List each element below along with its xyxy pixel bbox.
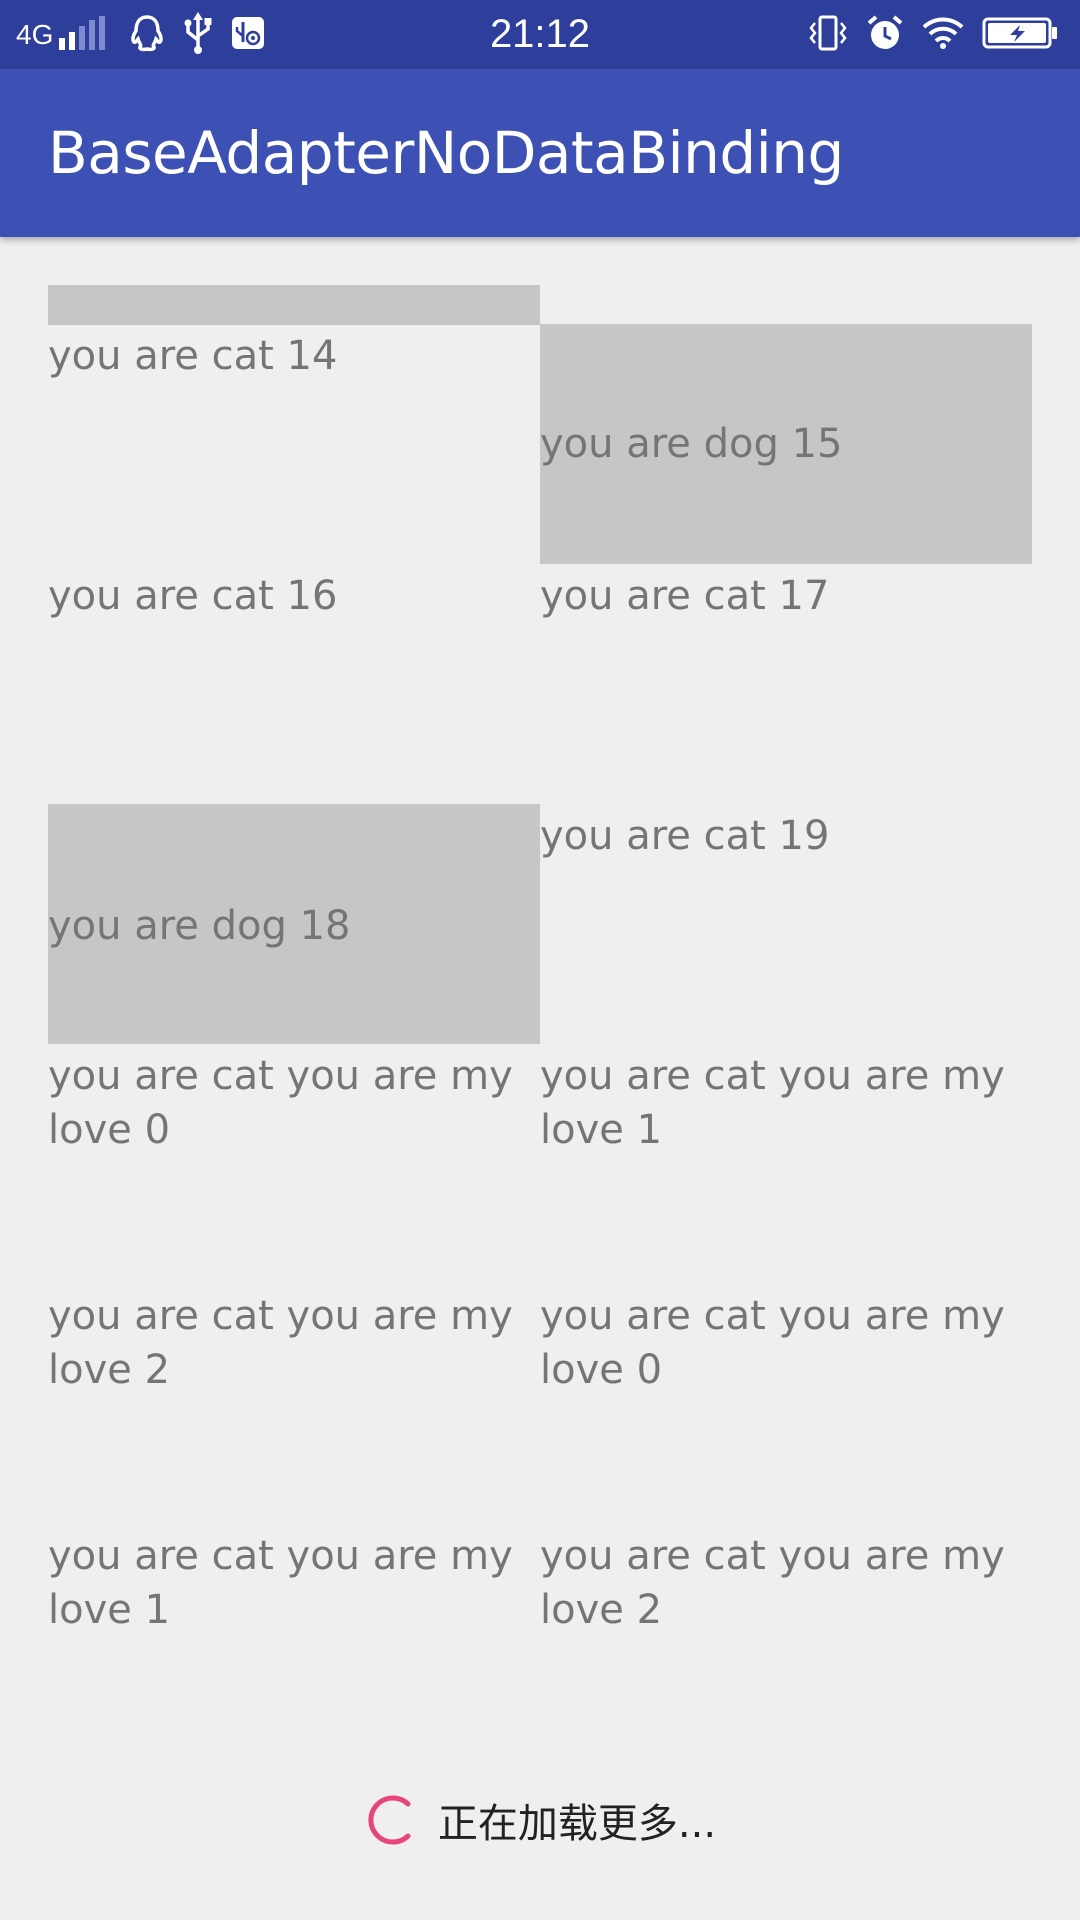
app-title: BaseAdapterNoDataBinding xyxy=(48,119,844,187)
list-item[interactable]: you are cat 14 xyxy=(48,285,540,525)
item-label: you are cat 14 xyxy=(48,333,338,379)
app-bar: BaseAdapterNoDataBinding xyxy=(0,69,1080,237)
loading-spinner-icon xyxy=(368,1795,411,1845)
item-label: you are cat you are my love 0 xyxy=(48,1053,513,1153)
list-item[interactable]: you are cat you are my love 1 xyxy=(48,1525,540,1765)
item-label: you are cat you are my love 0 xyxy=(540,1293,1005,1393)
item-label: you are cat you are my love 1 xyxy=(540,1053,1005,1153)
item-label: you are cat you are my love 2 xyxy=(48,1293,513,1393)
loading-text: 正在加载更多... xyxy=(437,1801,717,1847)
list-item[interactable]: you are dog 18 xyxy=(48,804,540,1044)
list-item[interactable]: you are cat 16 xyxy=(48,565,540,805)
load-more-footer: 正在加载更多... xyxy=(0,1780,1080,1860)
item-label: you are cat 19 xyxy=(540,813,830,859)
image-placeholder xyxy=(48,285,540,325)
list-item[interactable]: you are cat you are my love 0 xyxy=(540,1285,1032,1525)
list-item[interactable]: you are cat you are my love 2 xyxy=(48,1285,540,1525)
item-label: you are cat 16 xyxy=(48,573,338,619)
item-label: you are cat you are my love 1 xyxy=(48,1533,513,1633)
item-label: you are dog 15 xyxy=(540,421,843,467)
list-item[interactable]: you are cat 17 xyxy=(540,565,1032,805)
item-grid: you are cat 14 you are dog 15 you are ca… xyxy=(0,0,1080,1920)
item-label: you are cat 17 xyxy=(540,573,830,619)
list-item[interactable]: you are cat you are my love 2 xyxy=(540,1525,1032,1765)
list-item[interactable]: you are dog 15 xyxy=(540,324,1032,564)
item-label: you are dog 18 xyxy=(48,903,351,949)
list-item[interactable]: you are cat you are my love 0 xyxy=(48,1045,540,1285)
item-label: you are cat you are my love 2 xyxy=(540,1533,1005,1633)
list-item[interactable]: you are cat you are my love 1 xyxy=(540,1045,1032,1285)
list-item[interactable]: you are cat 19 xyxy=(540,805,1032,1045)
